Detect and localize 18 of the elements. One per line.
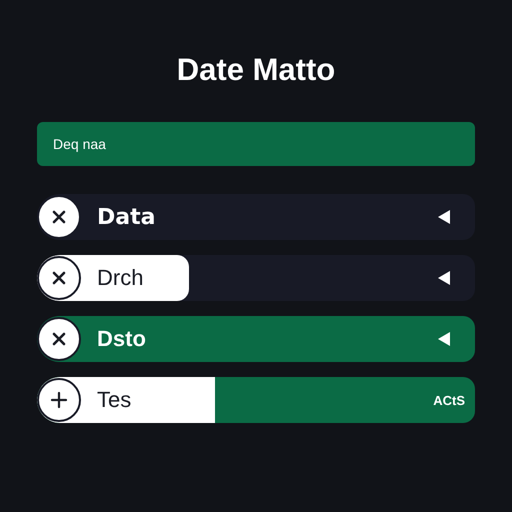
row-label: Data bbox=[97, 204, 156, 230]
list-row[interactable]: Data bbox=[37, 194, 475, 240]
row-label: Dsto bbox=[97, 326, 146, 352]
close-icon[interactable] bbox=[37, 195, 81, 239]
list-row[interactable]: Dsto bbox=[37, 316, 475, 362]
close-icon[interactable] bbox=[37, 317, 81, 361]
close-icon[interactable] bbox=[37, 256, 81, 300]
list-row[interactable]: Drch bbox=[37, 255, 475, 301]
add-icon[interactable] bbox=[37, 378, 81, 422]
caret-icon[interactable] bbox=[437, 331, 451, 347]
row-label: Tes bbox=[97, 387, 132, 413]
progress-bar[interactable]: Tes ACtS bbox=[37, 377, 475, 423]
caret-icon[interactable] bbox=[437, 270, 451, 286]
app-title: Date Matto bbox=[176, 52, 336, 89]
row-value: ACtS bbox=[433, 392, 465, 408]
banner: Deq naa bbox=[37, 122, 475, 166]
row-label: Drch bbox=[97, 265, 144, 291]
caret-icon[interactable] bbox=[437, 209, 451, 225]
